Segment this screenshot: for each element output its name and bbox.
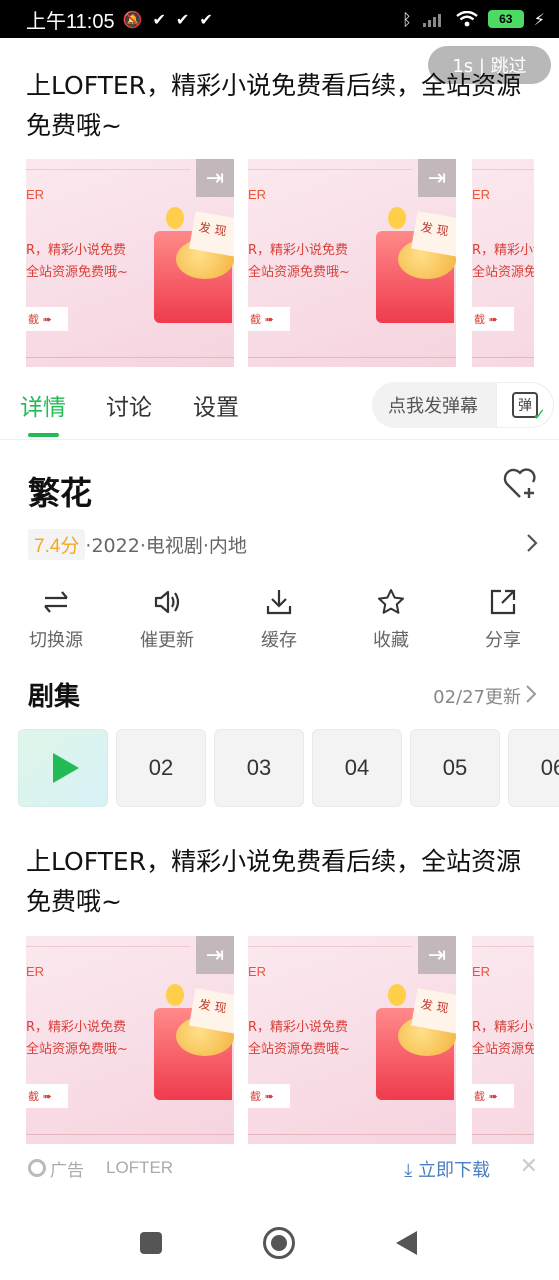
share-button[interactable]: 分享	[458, 586, 548, 652]
share-icon	[490, 589, 516, 615]
request-update-button[interactable]: 催更新	[122, 586, 212, 652]
status-bar: 上午11:05 🔕 ✔ ✔ ✔ ᛒ 63 ⚡	[0, 0, 559, 38]
danmu-toggle-button[interactable]: 弹 ✓	[496, 382, 554, 428]
episodes-updated[interactable]: 02/27更新	[433, 683, 521, 709]
episode-item[interactable]: 05	[410, 729, 500, 807]
ad-card[interactable]: ER R，精彩小说免费 全站资源免费哦~ 截 ➠ 发 现 ⇥	[248, 159, 456, 367]
home-button[interactable]	[263, 1227, 295, 1259]
action-bar: 切换源 催更新 缓存 收藏 分享	[0, 586, 559, 656]
ad-card[interactable]: ER R，精彩小说免费 全站资源免费哦~ 截 ➠ 发 现 ⇥	[248, 936, 456, 1144]
system-nav-bar	[0, 1200, 559, 1280]
ad-image-row[interactable]: ER R，精彩小说免费 全站资源免费哦~ 截 ➠ 发 现 ⇥ ER R，精彩小说…	[26, 159, 534, 367]
exit-icon[interactable]: ⇥	[418, 159, 456, 197]
tab-settings[interactable]: 设置	[193, 388, 239, 422]
danmu-icon: 弹 ✓	[512, 392, 546, 424]
tab-details[interactable]: 详情	[20, 388, 66, 422]
ad-logo-icon	[28, 1159, 46, 1177]
switch-source-icon	[44, 591, 68, 613]
chevron-right-icon[interactable]	[525, 532, 539, 554]
show-info: ·2022·电视剧·内地	[85, 534, 247, 557]
play-icon	[53, 753, 79, 783]
signal-icon	[422, 14, 441, 27]
show-score: 7.4分	[28, 528, 86, 560]
tab-bar: 详情 讨论 设置 点我发弹幕 弹 ✓	[0, 378, 559, 440]
ad-footer: 广告 LOFTER ⤓ 立即下载 ✕	[28, 1154, 538, 1182]
danmu-placeholder: 点我发弹幕	[388, 396, 478, 417]
episodes-heading: 剧集	[28, 682, 81, 712]
danmu-input[interactable]: 点我发弹幕 弹 ✓	[372, 382, 554, 428]
recent-apps-button[interactable]	[140, 1232, 162, 1254]
download-icon	[266, 590, 292, 615]
episode-01-playing[interactable]	[18, 729, 108, 807]
battery-icon: 63	[487, 10, 524, 28]
star-icon	[378, 589, 404, 614]
check-icon: ✓	[532, 405, 546, 424]
favorite-button[interactable]: 收藏	[346, 586, 436, 652]
ad-card[interactable]: ER R，精彩小说免费 全站资源免费哦~ 截 ➠	[472, 159, 534, 367]
check-icon: ✔	[199, 9, 213, 29]
tab-discussion[interactable]: 讨论	[106, 388, 152, 422]
check-icon: ✔	[152, 9, 166, 29]
speaker-icon	[154, 590, 180, 614]
episode-item[interactable]: 06	[508, 729, 559, 807]
download-now-link[interactable]: ⤓ 立即下载	[404, 1156, 490, 1182]
ad-card[interactable]: ER R，精彩小说免费 全站资源免费哦~ 截 ➠	[472, 936, 534, 1144]
switch-source-button[interactable]: 切换源	[11, 586, 101, 652]
charging-icon: ⚡	[533, 9, 545, 29]
ad-title[interactable]: 上LOFTER，精彩小说免费看后续，全站资源免费哦~	[26, 66, 536, 146]
cache-button[interactable]: 缓存	[234, 586, 324, 652]
check-icon: ✔	[175, 9, 190, 29]
episode-list: 02 03 04 05 06	[18, 729, 559, 807]
mute-icon: 🔕	[122, 9, 143, 29]
exit-icon[interactable]: ⇥	[196, 159, 234, 197]
episode-item[interactable]: 02	[116, 729, 206, 807]
episode-item[interactable]: 03	[214, 729, 304, 807]
chevron-right-icon[interactable]	[525, 684, 537, 704]
ad-title[interactable]: 上LOFTER，精彩小说免费看后续，全站资源免费哦~	[26, 842, 536, 922]
ad-image-row[interactable]: ER R，精彩小说免费 全站资源免费哦~ 截 ➠ 发 现 ⇥ ER R，精彩小说…	[26, 936, 534, 1144]
episode-item[interactable]: 04	[312, 729, 402, 807]
wifi-icon	[456, 11, 478, 27]
heart-add-icon[interactable]	[500, 464, 540, 504]
back-button[interactable]	[396, 1231, 417, 1255]
ad-tag: 广告	[50, 1160, 84, 1181]
status-time: 上午11:05	[26, 10, 115, 33]
show-title: 繁花	[28, 474, 93, 512]
tab-indicator	[28, 433, 59, 437]
exit-icon[interactable]: ⇥	[418, 936, 456, 974]
bluetooth-icon: ᛒ	[402, 9, 412, 29]
show-meta[interactable]: 7.4分 ·2022·电视剧·内地	[28, 528, 247, 560]
ad-card[interactable]: ER R，精彩小说免费 全站资源免费哦~ 截 ➠ 发 现 ⇥	[26, 159, 234, 367]
download-icon: ⤓	[404, 1160, 413, 1181]
ad-card[interactable]: ER R，精彩小说免费 全站资源免费哦~ 截 ➠ 发 现 ⇥	[26, 936, 234, 1144]
exit-icon[interactable]: ⇥	[196, 936, 234, 974]
close-ad-icon[interactable]: ✕	[520, 1154, 538, 1179]
ad-brand: LOFTER	[106, 1158, 174, 1177]
